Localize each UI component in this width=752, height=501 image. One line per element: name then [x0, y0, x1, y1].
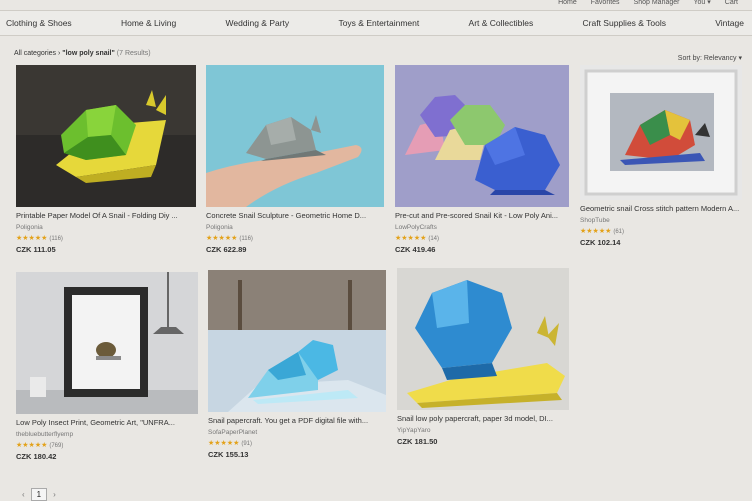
product-price: CZK 111.05	[16, 245, 56, 254]
product-card[interactable]: Snail low poly papercraft, paper 3d mode…	[397, 268, 569, 446]
category-art-collectibles[interactable]: Art & Collectibles	[469, 18, 534, 28]
review-count: (91)	[241, 441, 253, 447]
product-title[interactable]: Printable Paper Model Of A Snail - Foldi…	[16, 211, 196, 220]
product-price: CZK 180.42	[16, 452, 57, 461]
product-image[interactable]	[395, 65, 569, 207]
product-card[interactable]: Pre-cut and Pre-scored Snail Kit - Low P…	[395, 65, 569, 254]
shop-name[interactable]: thebluebutterflyemp	[16, 431, 198, 438]
category-clothing-shoes[interactable]: Clothing & Shoes	[6, 18, 72, 28]
category-craft-supplies[interactable]: Craft Supplies & Tools	[583, 18, 666, 28]
prev-page-icon[interactable]: ‹	[22, 490, 25, 499]
product-title[interactable]: Snail low poly papercraft, paper 3d mode…	[397, 414, 569, 423]
sort-dropdown[interactable]: Sort by: Relevancy ▾	[678, 54, 742, 62]
product-price: CZK 419.46	[395, 245, 436, 254]
shop-name[interactable]: Poligonia	[16, 224, 196, 231]
breadcrumb-root[interactable]: All categories	[14, 50, 56, 57]
rating: ★★★★★ (116)	[206, 234, 384, 242]
star-rating-icon: ★★★★★	[206, 235, 238, 242]
favorites-link[interactable]: Favorites	[591, 0, 620, 8]
category-wedding-party[interactable]: Wedding & Party	[226, 18, 290, 28]
star-rating-icon: ★★★★★	[16, 442, 48, 449]
star-rating-icon: ★★★★★	[580, 228, 612, 235]
product-image[interactable]	[208, 270, 386, 412]
product-image[interactable]	[580, 65, 742, 200]
product-price: CZK 181.50	[397, 437, 438, 446]
product-image[interactable]	[16, 65, 196, 207]
product-title[interactable]: Low Poly Insect Print, Geometric Art, "U…	[16, 418, 198, 427]
category-vintage[interactable]: Vintage	[715, 18, 744, 28]
product-price: CZK 102.14	[580, 238, 621, 247]
product-title[interactable]: Pre-cut and Pre-scored Snail Kit - Low P…	[395, 211, 569, 220]
category-nav: Clothing & Shoes Home & Living Wedding &…	[0, 10, 752, 36]
product-card[interactable]: Printable Paper Model Of A Snail - Foldi…	[16, 65, 196, 254]
product-price: CZK 622.89	[206, 245, 247, 254]
rating: ★★★★★ (91)	[208, 439, 386, 447]
product-card[interactable]: Concrete Snail Sculpture - Geometric Hom…	[206, 65, 384, 254]
result-count: (7 Results)	[116, 50, 151, 57]
shop-name[interactable]: LowPolyCrafts	[395, 224, 569, 231]
review-count: (61)	[613, 229, 625, 235]
product-title[interactable]: Geometric snail Cross stitch pattern Mod…	[580, 204, 742, 213]
pagination: ‹ 1 ›	[22, 488, 56, 501]
category-home-living[interactable]: Home & Living	[121, 18, 176, 28]
product-card[interactable]: Low Poly Insect Print, Geometric Art, "U…	[16, 272, 198, 461]
you-menu[interactable]: You ▾	[693, 0, 710, 8]
review-count: (769)	[49, 443, 64, 449]
page-1-button[interactable]: 1	[30, 488, 48, 501]
breadcrumb-separator: ›	[57, 50, 61, 57]
review-count: (116)	[239, 236, 253, 242]
product-image[interactable]	[16, 272, 198, 414]
product-price: CZK 155.13	[208, 450, 249, 459]
shop-manager-link[interactable]: Shop Manager	[634, 0, 680, 8]
shop-name[interactable]: SofaPaperPlanet	[208, 429, 386, 436]
shop-name[interactable]: Poligonia	[206, 224, 384, 231]
star-rating-icon: ★★★★★	[395, 235, 427, 242]
review-count: (14)	[428, 236, 440, 242]
next-page-icon[interactable]: ›	[53, 490, 56, 499]
star-rating-icon: ★★★★★	[16, 235, 48, 242]
product-title[interactable]: Snail papercraft. You get a PDF digital …	[208, 416, 386, 425]
product-title[interactable]: Concrete Snail Sculpture - Geometric Hom…	[206, 211, 384, 220]
shop-name[interactable]: YipYapYaro	[397, 427, 569, 434]
star-rating-icon: ★★★★★	[208, 440, 240, 447]
rating: ★★★★★ (14)	[395, 234, 569, 242]
product-card[interactable]: Snail papercraft. You get a PDF digital …	[208, 270, 386, 459]
search-query: "low poly snail"	[62, 50, 115, 57]
shop-name[interactable]: ShopTube	[580, 217, 742, 224]
cart-link[interactable]: Cart	[725, 0, 738, 8]
product-image[interactable]	[397, 268, 569, 410]
product-image[interactable]	[206, 65, 384, 207]
category-toys-entertainment[interactable]: Toys & Entertainment	[338, 18, 419, 28]
rating: ★★★★★ (769)	[16, 441, 198, 449]
top-utility-bar: Home Favorites Shop Manager You ▾ Cart	[0, 0, 752, 8]
product-card[interactable]: Geometric snail Cross stitch pattern Mod…	[580, 65, 742, 247]
breadcrumb: All categories › "low poly snail" (7 Res…	[14, 50, 151, 57]
home-link[interactable]: Home	[558, 0, 577, 8]
rating: ★★★★★ (61)	[580, 227, 742, 235]
review-count: (116)	[49, 236, 63, 242]
rating: ★★★★★ (116)	[16, 234, 196, 242]
